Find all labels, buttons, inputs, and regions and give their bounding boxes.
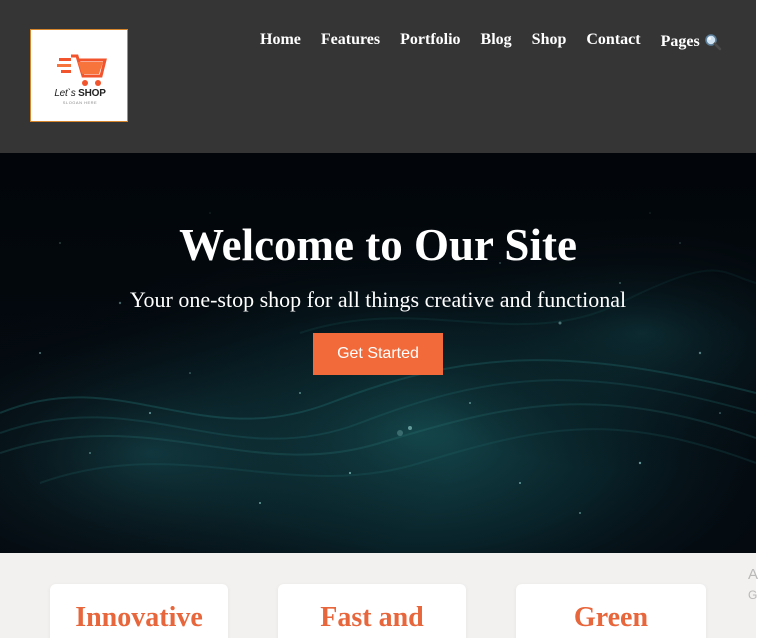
nav-shop[interactable]: Shop (532, 31, 567, 49)
get-started-button[interactable]: Get Started (313, 333, 443, 375)
nav-contact[interactable]: Contact (586, 31, 640, 49)
logo-wordmark: Let`s SHOP (31, 88, 129, 99)
hero-section: Welcome to Our Site Your one-stop shop f… (0, 153, 756, 553)
nav-features[interactable]: Features (321, 31, 380, 49)
shopping-cart-icon (57, 54, 107, 86)
site-logo[interactable]: Let`s SHOP SLOGAN HERE (30, 29, 128, 122)
logo-text-shop: SHOP (78, 88, 106, 99)
hero-title: Welcome to Our Site (179, 220, 577, 270)
hero-subtitle: Your one-stop shop for all things creati… (129, 287, 627, 312)
watermark-line-2: G (748, 588, 758, 602)
nav-home[interactable]: Home (260, 31, 301, 49)
nav-pages-group: Pages (661, 33, 722, 51)
feature-card-title: Innovative (75, 602, 203, 633)
feature-card-green: Green (516, 584, 706, 638)
viewport: Let`s SHOP SLOGAN HERE Home Features Por… (0, 0, 756, 638)
nav-pages[interactable]: Pages (661, 33, 700, 51)
logo-text-lets: Let`s (54, 88, 76, 99)
feature-card-fast: Fast and (278, 584, 466, 638)
feature-card-innovative: Innovative (50, 584, 228, 638)
features-section: Innovative Fast and Green (0, 553, 756, 638)
nav-portfolio[interactable]: Portfolio (400, 31, 460, 49)
page: Let`s SHOP SLOGAN HERE Home Features Por… (0, 0, 758, 638)
watermark-line-1: A (748, 566, 758, 583)
site-header: Let`s SHOP SLOGAN HERE Home Features Por… (0, 0, 756, 153)
main-nav: Home Features Portfolio Blog Shop Contac… (260, 29, 722, 51)
nav-blog[interactable]: Blog (481, 31, 512, 49)
logo-slogan: SLOGAN HERE (62, 100, 98, 105)
feature-card-title: Green (573, 602, 649, 633)
activation-watermark: A G (748, 565, 758, 605)
search-icon[interactable] (704, 33, 722, 51)
feature-card-title: Fast and (320, 602, 424, 633)
